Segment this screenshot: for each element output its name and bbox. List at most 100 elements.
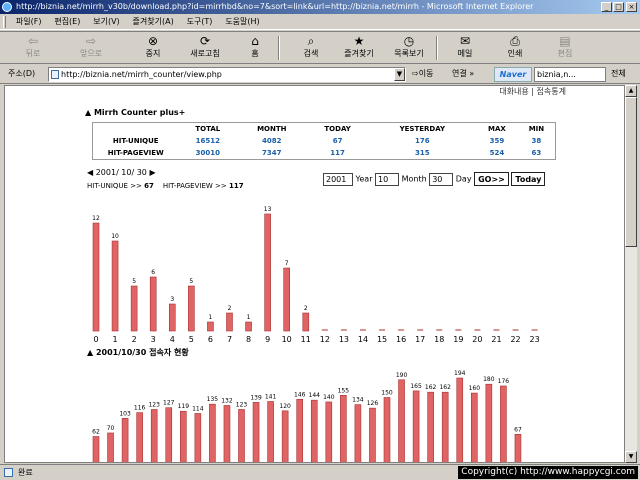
- print-label: 인쇄: [507, 49, 523, 58]
- tick-label: 6: [208, 335, 213, 344]
- daily-chart-title: ▲ 2001/10/30 접속자 현황: [87, 348, 189, 357]
- year-input[interactable]: [323, 172, 353, 186]
- table-cell: 63: [531, 149, 542, 158]
- toolbar-separator: [436, 36, 438, 60]
- address-input[interactable]: http://biznia.net/mirrh_counter/view.php: [48, 67, 406, 82]
- bar: [130, 285, 138, 332]
- bar: [325, 401, 333, 462]
- data-label: 3: [170, 296, 174, 303]
- bar: [149, 276, 157, 332]
- tick-label: 16: [396, 335, 406, 344]
- forward-button[interactable]: ⇨ 앞으로: [66, 34, 116, 63]
- data-label: 7: [285, 260, 289, 267]
- hourly-bar-chart: 12010152633455162718139710211 12 13 14 15 16 1…: [92, 206, 540, 344]
- refresh-button[interactable]: ⟳ 새로고침: [180, 34, 230, 63]
- table-cell: HIT-UNIQUE: [112, 136, 159, 145]
- history-button[interactable]: ◷ 목록보기: [384, 34, 434, 63]
- mail-button[interactable]: ✉ 메일: [440, 34, 490, 63]
- bar: [283, 267, 290, 332]
- window-title: http://biznia.net/mirrh_v30b/download.ph…: [16, 2, 534, 11]
- edit-button[interactable]: ▤ 편집: [540, 34, 590, 63]
- data-label: 120: [279, 403, 291, 410]
- counter-title: ▲ Mirrh Counter plus+: [85, 108, 186, 117]
- table-cell: 176: [414, 136, 430, 145]
- bar: [223, 405, 231, 462]
- pageview-label: HIT-PAGEVIEW >>: [162, 182, 227, 190]
- go-arrow-icon: ⇨: [412, 69, 419, 78]
- links-button[interactable]: 연결 »: [452, 68, 474, 79]
- go-submit-button[interactable]: GO>>: [474, 172, 509, 186]
- bar: [310, 399, 318, 462]
- stop-label: 중지: [145, 49, 161, 58]
- table-cell: 67: [332, 136, 343, 145]
- search-button[interactable]: ⌕ 검색: [286, 34, 336, 63]
- today-button[interactable]: Today: [511, 172, 546, 186]
- bar: [264, 213, 271, 332]
- bar: [150, 409, 158, 462]
- table-header: YESTERDAY: [399, 124, 446, 133]
- scroll-up-icon[interactable]: ▲: [625, 85, 637, 97]
- tick-label: 0: [93, 335, 98, 344]
- top-links[interactable]: 대화내용 | 접속통계: [499, 86, 566, 97]
- stop-button[interactable]: ⊗ 중지: [128, 34, 178, 63]
- prev-day-button[interactable]: ◀: [87, 168, 93, 177]
- print-button[interactable]: ⎙ 인쇄: [490, 34, 540, 63]
- data-label: 190: [396, 372, 408, 379]
- data-label: 134: [352, 397, 364, 404]
- go-button[interactable]: ⇨이동: [412, 68, 433, 79]
- minimize-button[interactable]: _: [601, 2, 612, 12]
- back-arrow-icon: ⇦: [27, 34, 39, 48]
- print-icon: ⎙: [510, 34, 520, 48]
- day-label: Day: [455, 174, 472, 184]
- data-label: 119: [178, 403, 190, 410]
- table-header: TOTAL: [195, 124, 221, 133]
- naver-logo[interactable]: Naver: [494, 67, 532, 82]
- data-label: 67: [514, 426, 522, 433]
- vertical-scrollbar[interactable]: ▲ ▼: [625, 85, 637, 463]
- stop-icon: ⊗: [147, 34, 159, 48]
- favorites-button[interactable]: ★ 즐겨찾기: [334, 34, 384, 63]
- bar: [500, 385, 507, 462]
- menu-file[interactable]: 파일(F): [11, 14, 47, 30]
- refresh-icon: ⟳: [199, 34, 211, 48]
- scroll-thumb[interactable]: [625, 97, 637, 247]
- bar: [485, 383, 493, 462]
- all-search-button[interactable]: 전체: [611, 68, 626, 79]
- search-icon: ⌕: [307, 34, 315, 48]
- naver-search-input[interactable]: biznia,n...: [534, 67, 606, 82]
- month-input[interactable]: [375, 172, 400, 186]
- bar: [354, 404, 362, 462]
- menu-favorites[interactable]: 즐겨찾기(A): [128, 14, 179, 30]
- tick-label: 17: [415, 335, 425, 344]
- maximize-button[interactable]: □: [613, 2, 624, 12]
- next-day-button[interactable]: ▶: [149, 168, 155, 177]
- menu-edit[interactable]: 편집(E): [49, 14, 85, 30]
- data-label: 162: [425, 384, 437, 391]
- bar: [92, 222, 100, 332]
- menu-tools[interactable]: 도구(T): [182, 14, 218, 30]
- bar: [398, 379, 405, 462]
- tick-label: 4: [170, 335, 175, 344]
- bar: [302, 312, 310, 332]
- bar: [107, 432, 114, 462]
- back-button[interactable]: ⇦ 뒤로: [8, 34, 58, 63]
- home-button[interactable]: ⌂ 홈: [230, 34, 280, 63]
- pageview-value: 117: [229, 182, 244, 190]
- day-input[interactable]: [429, 172, 454, 186]
- toolbar-separator: [278, 36, 280, 60]
- stats-table: TOTAL MONTH TODAY YESTERDAY MAX MIN HIT-…: [92, 122, 556, 160]
- data-label: 140: [323, 394, 335, 401]
- data-label: 176: [498, 378, 510, 385]
- scroll-down-icon[interactable]: ▼: [625, 451, 637, 463]
- bar: [296, 398, 303, 462]
- copyright-overlay: Copyright(c) http://www.happycgi.com: [458, 466, 638, 479]
- close-button[interactable]: ×: [626, 2, 637, 12]
- menu-view[interactable]: 보기(V): [88, 14, 124, 30]
- go-label: 이동: [418, 69, 434, 78]
- daily-bar-chart: 6270103116 123 127119 114135 132123139 141120…: [92, 370, 522, 462]
- history-label: 목록보기: [394, 49, 424, 58]
- address-label: 주소(D): [8, 69, 36, 78]
- bar: [165, 407, 173, 462]
- menu-help[interactable]: 도움말(H): [220, 14, 264, 30]
- address-dropdown-button[interactable]: ▼: [394, 68, 405, 81]
